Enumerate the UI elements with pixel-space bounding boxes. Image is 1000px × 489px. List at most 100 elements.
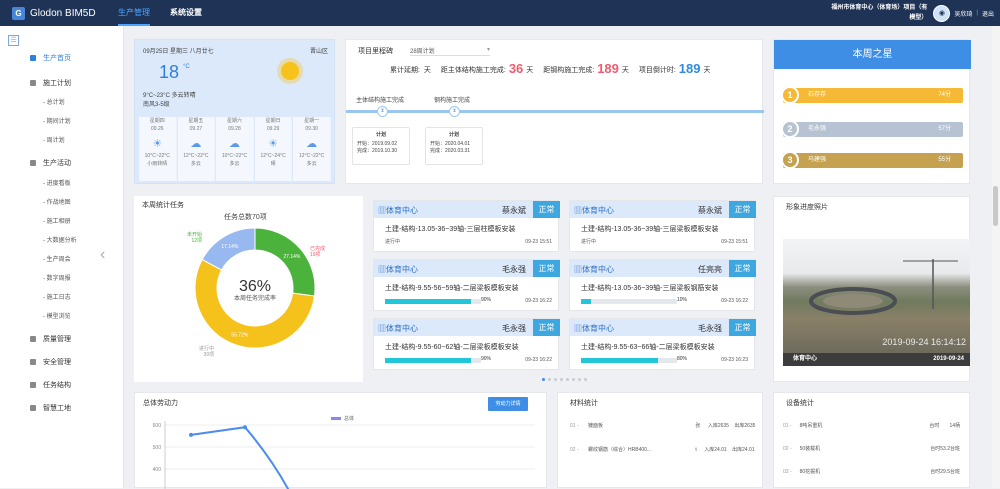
- carousel-dot[interactable]: [548, 378, 551, 381]
- shield-icon: [30, 359, 36, 365]
- sidebar-item-smart-site[interactable]: 智慧工地: [30, 403, 71, 413]
- task-card[interactable]: ▥体育中心 蔡永斌 正常 土建-结构-13.05-36~39轴-三层柱模板安装 …: [373, 200, 560, 252]
- carousel-dot[interactable]: [578, 378, 581, 381]
- equipment-row[interactable]: 02 -50装载机 台时53.2台班: [783, 445, 968, 452]
- photo-timestamp: 2019-09-24 16:14:12: [882, 337, 966, 347]
- carousel-dot[interactable]: [542, 378, 545, 381]
- task-name: 土建-结构-9.55-56~59轴-二层梁板模板安装: [385, 285, 519, 292]
- task-time: 09-23 16:22: [721, 298, 748, 304]
- star-row[interactable]: 1 石存存 74分: [781, 86, 963, 104]
- series-line: [190, 426, 290, 489]
- equipment-title: 设备统计: [786, 400, 814, 407]
- sidebar-item-plan[interactable]: 施工计划: [30, 78, 71, 88]
- material-row[interactable]: 02 - 螺纹钢筋（综合）HRB400... t 入库24.01 出库24.01: [570, 446, 755, 453]
- sidebar-sub-week-plan[interactable]: - 周计划: [43, 135, 65, 144]
- app-logo[interactable]: G Glodon BIM5D: [0, 6, 118, 20]
- task-name: 土建-结构-13.05-36~39轴-三层梁板模板安装: [581, 226, 719, 233]
- status-badge: 正常: [729, 201, 756, 218]
- task-person: 蔡永斌: [502, 206, 526, 215]
- tab-production[interactable]: 生产管理: [118, 0, 150, 26]
- building-icon: ▥: [378, 265, 386, 274]
- weather-card: 09月25日 星期三 八月廿七 晋山区 18 °C 9°C~23°C 多云转晴 …: [134, 39, 335, 184]
- plan-select[interactable]: 28周计划 ▾: [410, 46, 490, 56]
- quality-icon: [30, 336, 36, 342]
- milestone-plan-box: 计划 开始：2019.09.02 完成：2019.10.30: [352, 127, 410, 165]
- sidebar-item-home[interactable]: 生产首页: [30, 53, 71, 63]
- sidebar-sub-digital-report[interactable]: - 数字周报: [43, 273, 71, 282]
- building-icon: ▥: [574, 206, 582, 215]
- task-card[interactable]: ▥体育中心 毛永强 正常 土建-结构-9.55-56~59轴-二层梁板模板安装 …: [373, 259, 560, 311]
- equipment-row[interactable]: 03 -80挖掘机 台时29.5台班: [783, 468, 968, 475]
- medal-icon: 1: [781, 86, 799, 104]
- forecast-day: 星期五 09.27 ☁ 12°C~22°C 多云: [177, 117, 216, 181]
- donut-percent-label: 55.72%: [231, 333, 249, 339]
- sidebar-sub-board[interactable]: - 进度看板: [43, 178, 71, 187]
- sidebar-sub-bigdata[interactable]: - 大数据分析: [43, 235, 77, 244]
- star-row[interactable]: 2 毛永强 57分: [781, 120, 963, 138]
- activity-icon: [30, 160, 36, 166]
- task-org: ▥体育中心: [378, 324, 418, 333]
- material-row[interactable]: 01 - 镀面板 张 入库2635 出库2635: [570, 422, 755, 429]
- carousel-dot[interactable]: [572, 378, 575, 381]
- sun-icon: [281, 62, 299, 80]
- sidebar-item-task-structure[interactable]: 任务结构: [30, 380, 71, 390]
- sidebar-sub-log[interactable]: - 施工日志: [43, 292, 71, 301]
- sidebar-sub-map[interactable]: - 作战地图: [43, 197, 71, 206]
- hourglass-icon[interactable]: ⧗: [377, 106, 388, 117]
- scrollbar-thumb[interactable]: [993, 186, 998, 226]
- star-row[interactable]: 3 马建强 55分: [781, 151, 963, 169]
- sidebar-sub-album[interactable]: - 施工相册: [43, 216, 71, 225]
- task-name: 土建-结构-9.55-63~66轴-二层梁板模板安装: [581, 344, 715, 351]
- task-progress-bar: [385, 358, 481, 363]
- task-card[interactable]: ▥体育中心 毛永强 正常 土建-结构-9.55-63~66轴-二层梁板模板安装 …: [569, 318, 756, 370]
- data-point[interactable]: [189, 432, 193, 437]
- site-photo[interactable]: 2019-09-24 16:14:12: [783, 239, 970, 353]
- page-scrollbar[interactable]: [992, 26, 1000, 488]
- sidebar-item-activity[interactable]: 生产活动: [30, 158, 71, 168]
- sidebar-sub-total-plan[interactable]: - 总计划: [43, 97, 65, 106]
- carousel-dot[interactable]: [584, 378, 587, 381]
- top-bar: G Glodon BIM5D 生产管理 系统设置 福州市体育中心（体育场）项目（…: [0, 0, 1000, 26]
- donut-outer-label: 39项: [203, 352, 214, 358]
- menu-toggle-icon[interactable]: ☰: [8, 35, 19, 46]
- sun-icon: ☀: [268, 138, 279, 150]
- wind-info: 南风3-5级: [143, 102, 170, 108]
- avatar[interactable]: ◉: [933, 4, 951, 22]
- medal-icon: 3: [781, 151, 799, 169]
- main-structure-days: 36: [508, 61, 524, 76]
- task-card[interactable]: ▥体育中心 毛永强 正常 土建-结构-9.55-60~62轴-二层梁板模板安装 …: [373, 318, 560, 370]
- cloud-icon: ☁: [190, 138, 202, 150]
- task-progress-bar: [581, 358, 677, 363]
- forecast-day: 星期六 09.28 ☁ 10°C~22°C 多云: [216, 117, 254, 181]
- equipment-row[interactable]: 01 -8吨吊重机 台时 14柄: [783, 422, 968, 429]
- milestone-label: 主体结构施工完成: [356, 98, 405, 104]
- y-tick-label: 500: [153, 445, 162, 451]
- task-progress-percent: 90%: [481, 297, 492, 303]
- photo-title: 形象进度照片: [786, 204, 828, 211]
- donut-outer-label: 未开始: [187, 231, 202, 238]
- sidebar-sub-period-plan[interactable]: - 期间计划: [43, 116, 71, 125]
- project-selector[interactable]: 福州市体育中心（体育场）项目（有 模型）: [831, 3, 927, 23]
- hourglass-icon[interactable]: ⧗: [449, 106, 460, 117]
- building-icon: ▥: [378, 324, 386, 333]
- data-point[interactable]: [243, 425, 247, 430]
- carousel-dots[interactable]: [542, 378, 587, 381]
- task-card[interactable]: ▥体育中心 蔡永斌 正常 土建-结构-13.05-36~39轴-三层梁板模板安装…: [569, 200, 756, 252]
- logout-link[interactable]: 退出: [982, 9, 994, 18]
- tab-settings[interactable]: 系统设置: [170, 0, 202, 26]
- weather-date: 09月25日 星期三 八月廿七: [143, 49, 214, 55]
- carousel-dot[interactable]: [566, 378, 569, 381]
- status-badge: 正常: [729, 319, 756, 336]
- sidebar-item-safety[interactable]: 安全管理: [30, 357, 71, 367]
- task-time: 09-23 16:22: [525, 298, 552, 304]
- collapse-chevron-icon[interactable]: ‹: [100, 246, 105, 264]
- completion-rate-label: 本周任务完成率: [234, 294, 276, 302]
- task-card[interactable]: ▥体育中心 任亮亮 正常 土建-结构-13.05-36~39轴-三层梁板钢筋安装…: [569, 259, 756, 311]
- carousel-dot[interactable]: [560, 378, 563, 381]
- home-icon: [30, 55, 36, 61]
- sidebar-sub-model[interactable]: - 模型浏览: [43, 311, 71, 320]
- legend-label: 总体: [344, 415, 354, 422]
- sidebar-item-quality[interactable]: 质量管理: [30, 334, 71, 344]
- sidebar-sub-weekly-meeting[interactable]: - 生产周会: [43, 254, 71, 263]
- carousel-dot[interactable]: [554, 378, 557, 381]
